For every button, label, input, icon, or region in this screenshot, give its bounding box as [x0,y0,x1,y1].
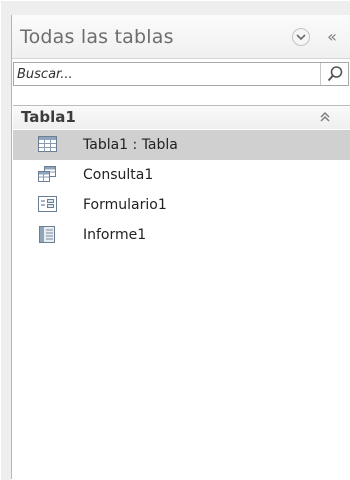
list-item-label: Tabla1 : Tabla [83,137,178,153]
query-icon [38,166,57,183]
search-icon[interactable] [326,65,344,83]
list-item-report[interactable]: Informe1 [13,220,350,250]
search-input[interactable] [17,65,312,83]
search-divider [320,63,321,85]
pane-title[interactable]: Todas las tablas [20,26,174,48]
search-box[interactable] [13,62,349,86]
table-icon [38,136,57,153]
navigation-pane: Todas las tablas « Tabla1 [1,1,350,480]
list-item-label: Informe1 [83,227,147,243]
double-chevron-up-icon[interactable] [317,108,333,126]
report-icon [38,226,57,243]
pane-header[interactable]: Todas las tablas « [12,15,350,59]
double-chevron-left-icon[interactable]: « [322,26,342,48]
group-header-tabla1[interactable]: Tabla1 [13,105,350,129]
list-item-label: Formulario1 [83,197,167,213]
list-item-label: Consulta1 [83,167,154,183]
group-title: Tabla1 [21,108,76,126]
list-item-query[interactable]: Consulta1 [13,160,350,190]
chevron-down-icon[interactable] [292,28,310,46]
list-item-table[interactable]: Tabla1 : Tabla [13,130,350,160]
form-icon [38,196,57,213]
list-item-form[interactable]: Formulario1 [13,190,350,220]
